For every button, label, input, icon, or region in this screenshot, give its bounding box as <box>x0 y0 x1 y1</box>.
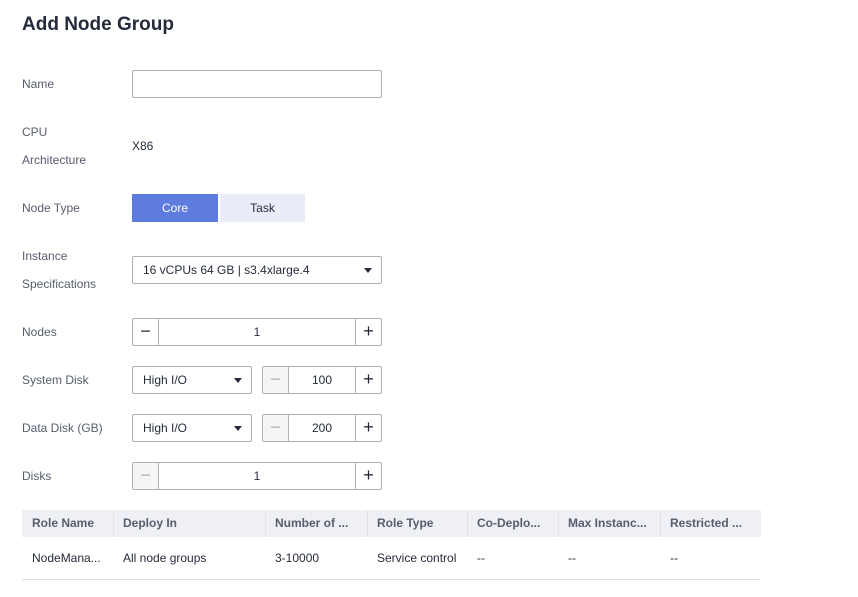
cpu-label-line2: Architecture <box>22 153 87 167</box>
system-disk-label: System Disk <box>22 373 89 387</box>
chevron-down-icon <box>364 268 372 273</box>
node-type-task-button[interactable]: Task <box>220 194 305 222</box>
table-cell-role-type: Service control <box>377 551 457 565</box>
data-disk-decrement-button[interactable]: − <box>263 415 289 441</box>
node-type-core-button[interactable]: Core <box>132 194 218 222</box>
column-header-co-deploy[interactable]: Co-Deplo... <box>467 510 558 537</box>
nodes-value[interactable]: 1 <box>159 319 355 345</box>
data-disk-type-select[interactable]: High I/O <box>132 414 252 442</box>
table-cell-number-of: 3-10000 <box>275 551 320 565</box>
node-type-label: Node Type <box>22 201 80 215</box>
name-input[interactable] <box>132 70 382 98</box>
instance-spec-select[interactable]: 16 vCPUs 64 GB | s3.4xlarge.4 <box>132 256 382 284</box>
chevron-down-icon <box>234 426 242 431</box>
table-cell-max-instances: -- <box>568 551 576 565</box>
table-cell-role-name: NodeMana... <box>32 551 101 565</box>
cpu-label-line1: CPU <box>22 125 48 139</box>
system-disk-type-value: High I/O <box>143 373 188 387</box>
chevron-down-icon <box>234 378 242 383</box>
data-disk-type-value: High I/O <box>143 421 188 435</box>
column-header-max-instances[interactable]: Max Instanc... <box>558 510 660 537</box>
table-cell-deploy-in: All node groups <box>123 551 207 565</box>
nodes-stepper: − 1 + <box>132 318 382 346</box>
table-row: NodeMana... All node groups 3-10000 Serv… <box>22 537 761 580</box>
instance-label-line1: Instance <box>22 249 68 263</box>
data-disk-size-stepper: − 200 + <box>262 414 382 442</box>
system-disk-size-stepper: − 100 + <box>262 366 382 394</box>
instance-label-line2: Specifications <box>22 277 97 291</box>
nodes-decrement-button[interactable]: − <box>133 319 159 345</box>
data-disk-increment-button[interactable]: + <box>355 415 381 441</box>
instance-spec-value: 16 vCPUs 64 GB | s3.4xlarge.4 <box>143 263 310 277</box>
system-disk-decrement-button[interactable]: − <box>263 367 289 393</box>
nodes-label: Nodes <box>22 325 57 339</box>
table-cell-co-deploy: -- <box>477 551 485 565</box>
disks-increment-button[interactable]: + <box>355 463 381 489</box>
table-cell-restricted: -- <box>670 551 678 565</box>
column-header-number-of[interactable]: Number of ... <box>265 510 367 537</box>
name-label: Name <box>22 77 55 91</box>
nodes-increment-button[interactable]: + <box>355 319 381 345</box>
disks-label: Disks <box>22 469 52 483</box>
column-header-role-type[interactable]: Role Type <box>367 510 467 537</box>
disks-decrement-button[interactable]: − <box>133 463 159 489</box>
column-header-deploy-in[interactable]: Deploy In <box>113 510 265 537</box>
data-disk-label: Data Disk (GB) <box>22 421 103 435</box>
disks-stepper: − 1 + <box>132 462 382 490</box>
system-disk-increment-button[interactable]: + <box>355 367 381 393</box>
disks-value[interactable]: 1 <box>159 463 355 489</box>
system-disk-type-select[interactable]: High I/O <box>132 366 252 394</box>
table-header: Role Name Deploy In Number of ... Role T… <box>22 510 761 537</box>
column-header-restricted[interactable]: Restricted ... <box>660 510 761 537</box>
system-disk-size-value[interactable]: 100 <box>289 367 355 393</box>
page-title: Add Node Group <box>22 14 174 35</box>
column-header-role-name[interactable]: Role Name <box>22 510 113 537</box>
cpu-architecture-value: X86 <box>132 139 154 153</box>
data-disk-size-value[interactable]: 200 <box>289 415 355 441</box>
